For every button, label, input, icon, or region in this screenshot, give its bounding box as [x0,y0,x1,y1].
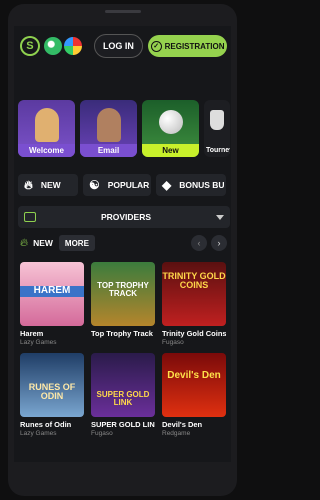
login-button[interactable]: LOG IN [93,34,144,58]
phone-frame: S LOG IN ✓ REGISTRATION Welcome Email Ne… [8,4,237,496]
tab-new[interactable]: 🔥︎ NEW [18,174,78,196]
tab-label: BONUS BU [179,180,225,190]
promo-label: Email [80,144,137,157]
game-art-text: RUNES OF ODIN [28,382,76,402]
app-screen: S LOG IN ✓ REGISTRATION Welcome Email Ne… [14,26,231,462]
promo-email[interactable]: Email [80,100,137,157]
game-art-text: HAREM [20,285,84,297]
promo-label: Welcome [18,144,75,157]
game-provider: Fugaso [162,339,184,346]
chevron-left-icon[interactable]: ‹ [191,235,207,251]
game-thumbnail[interactable]: TRINITY GOLD COINS [162,262,226,326]
character-icon [96,108,121,142]
game-provider [91,339,155,349]
chevron-right-icon[interactable]: › [211,235,227,251]
game-provider: Redgame [162,430,191,437]
game-title: SUPER GOLD LINK: ... [91,420,155,429]
monitor-icon [24,212,36,222]
game-provider: Lazy Games [20,430,57,437]
game-thumbnail[interactable]: SUPER GOLD LINK [91,353,155,417]
promo-tourney[interactable]: Tourney [204,100,230,157]
game-title: Harem [20,329,44,338]
category-tabs: 🔥︎ NEW ☯ POPULAR ◆ BONUS BU [18,174,226,196]
tab-label: NEW [40,180,61,190]
game-provider: Fugaso [91,430,113,437]
registration-label: REGISTRATION [164,41,225,51]
registration-button[interactable]: ✓ REGISTRATION [148,35,227,57]
game-thumbnail[interactable]: TOP TROPHY TRACK [91,262,155,326]
game-art-text: Devil's Den [167,370,221,381]
game-title: Devil's Den [162,420,203,429]
diamond-icon: ◆ [162,178,172,192]
trophy-icon [210,110,224,130]
game-card[interactable]: Devil's Den Devil's Den Redgame [162,353,226,440]
soccer-icon[interactable] [43,37,62,55]
promo-label: Tourney [206,147,230,154]
game-art-text: TRINITY GOLD COINS [162,271,226,291]
games-grid: HAREM Harem Lazy Games TOP TROPHY TRACK … [20,262,226,440]
popular-icon: ☯ [89,178,100,192]
flame-icon: 🔥︎ [24,177,33,192]
section-title: NEW [33,238,53,248]
logo-letter: S [26,39,34,52]
section-header: 🔥︎ NEW MORE ‹ › [20,234,227,252]
promo-carousel: Welcome Email New Tourney [18,100,230,157]
game-card[interactable]: TRINITY GOLD COINS Trinity Gold Coins: F… [162,262,226,349]
game-card[interactable]: TOP TROPHY TRACK Top Trophy Track [91,262,155,349]
check-icon: ✓ [150,40,162,52]
chevron-down-icon [216,214,224,220]
game-title: Top Trophy Track [91,329,153,338]
tab-bonus-buy[interactable]: ◆ BONUS BU [156,174,226,196]
game-thumbnail[interactable]: RUNES OF ODIN [20,353,84,417]
game-art-text: TOP TROPHY TRACK [97,281,149,299]
wheel-icon[interactable] [63,37,82,55]
speaker-grille [105,10,141,13]
tab-popular[interactable]: ☯ POPULAR [83,174,151,196]
game-art-text: SUPER GOLD LINK [96,390,150,408]
carousel-arrows: ‹ › [191,235,227,251]
game-card[interactable]: SUPER GOLD LINK SUPER GOLD LINK: ... Fug… [91,353,155,440]
game-card[interactable]: RUNES OF ODIN Runes of Odin Lazy Games [20,353,84,440]
quick-icons [43,37,84,55]
character-icon [34,108,59,142]
flame-icon: 🔥︎ [20,236,29,249]
game-card[interactable]: HAREM Harem Lazy Games [20,262,84,349]
football-icon [158,110,183,134]
more-button[interactable]: MORE [58,235,95,251]
tab-label: POPULAR [107,180,150,190]
promo-new[interactable]: New [142,100,199,157]
promo-welcome[interactable]: Welcome [18,100,75,157]
game-title: Trinity Gold Coins: [162,329,226,338]
providers-dropdown[interactable]: PROVIDERS [18,206,230,228]
game-thumbnail[interactable]: Devil's Den [162,353,226,417]
game-title: Runes of Odin [20,420,72,429]
game-thumbnail[interactable]: HAREM [20,262,84,326]
top-bar: S LOG IN ✓ REGISTRATION [14,26,231,66]
providers-label: PROVIDERS [100,212,152,222]
brand-logo[interactable]: S [20,36,40,56]
game-provider: Lazy Games [20,339,57,346]
promo-label: New [142,144,199,157]
